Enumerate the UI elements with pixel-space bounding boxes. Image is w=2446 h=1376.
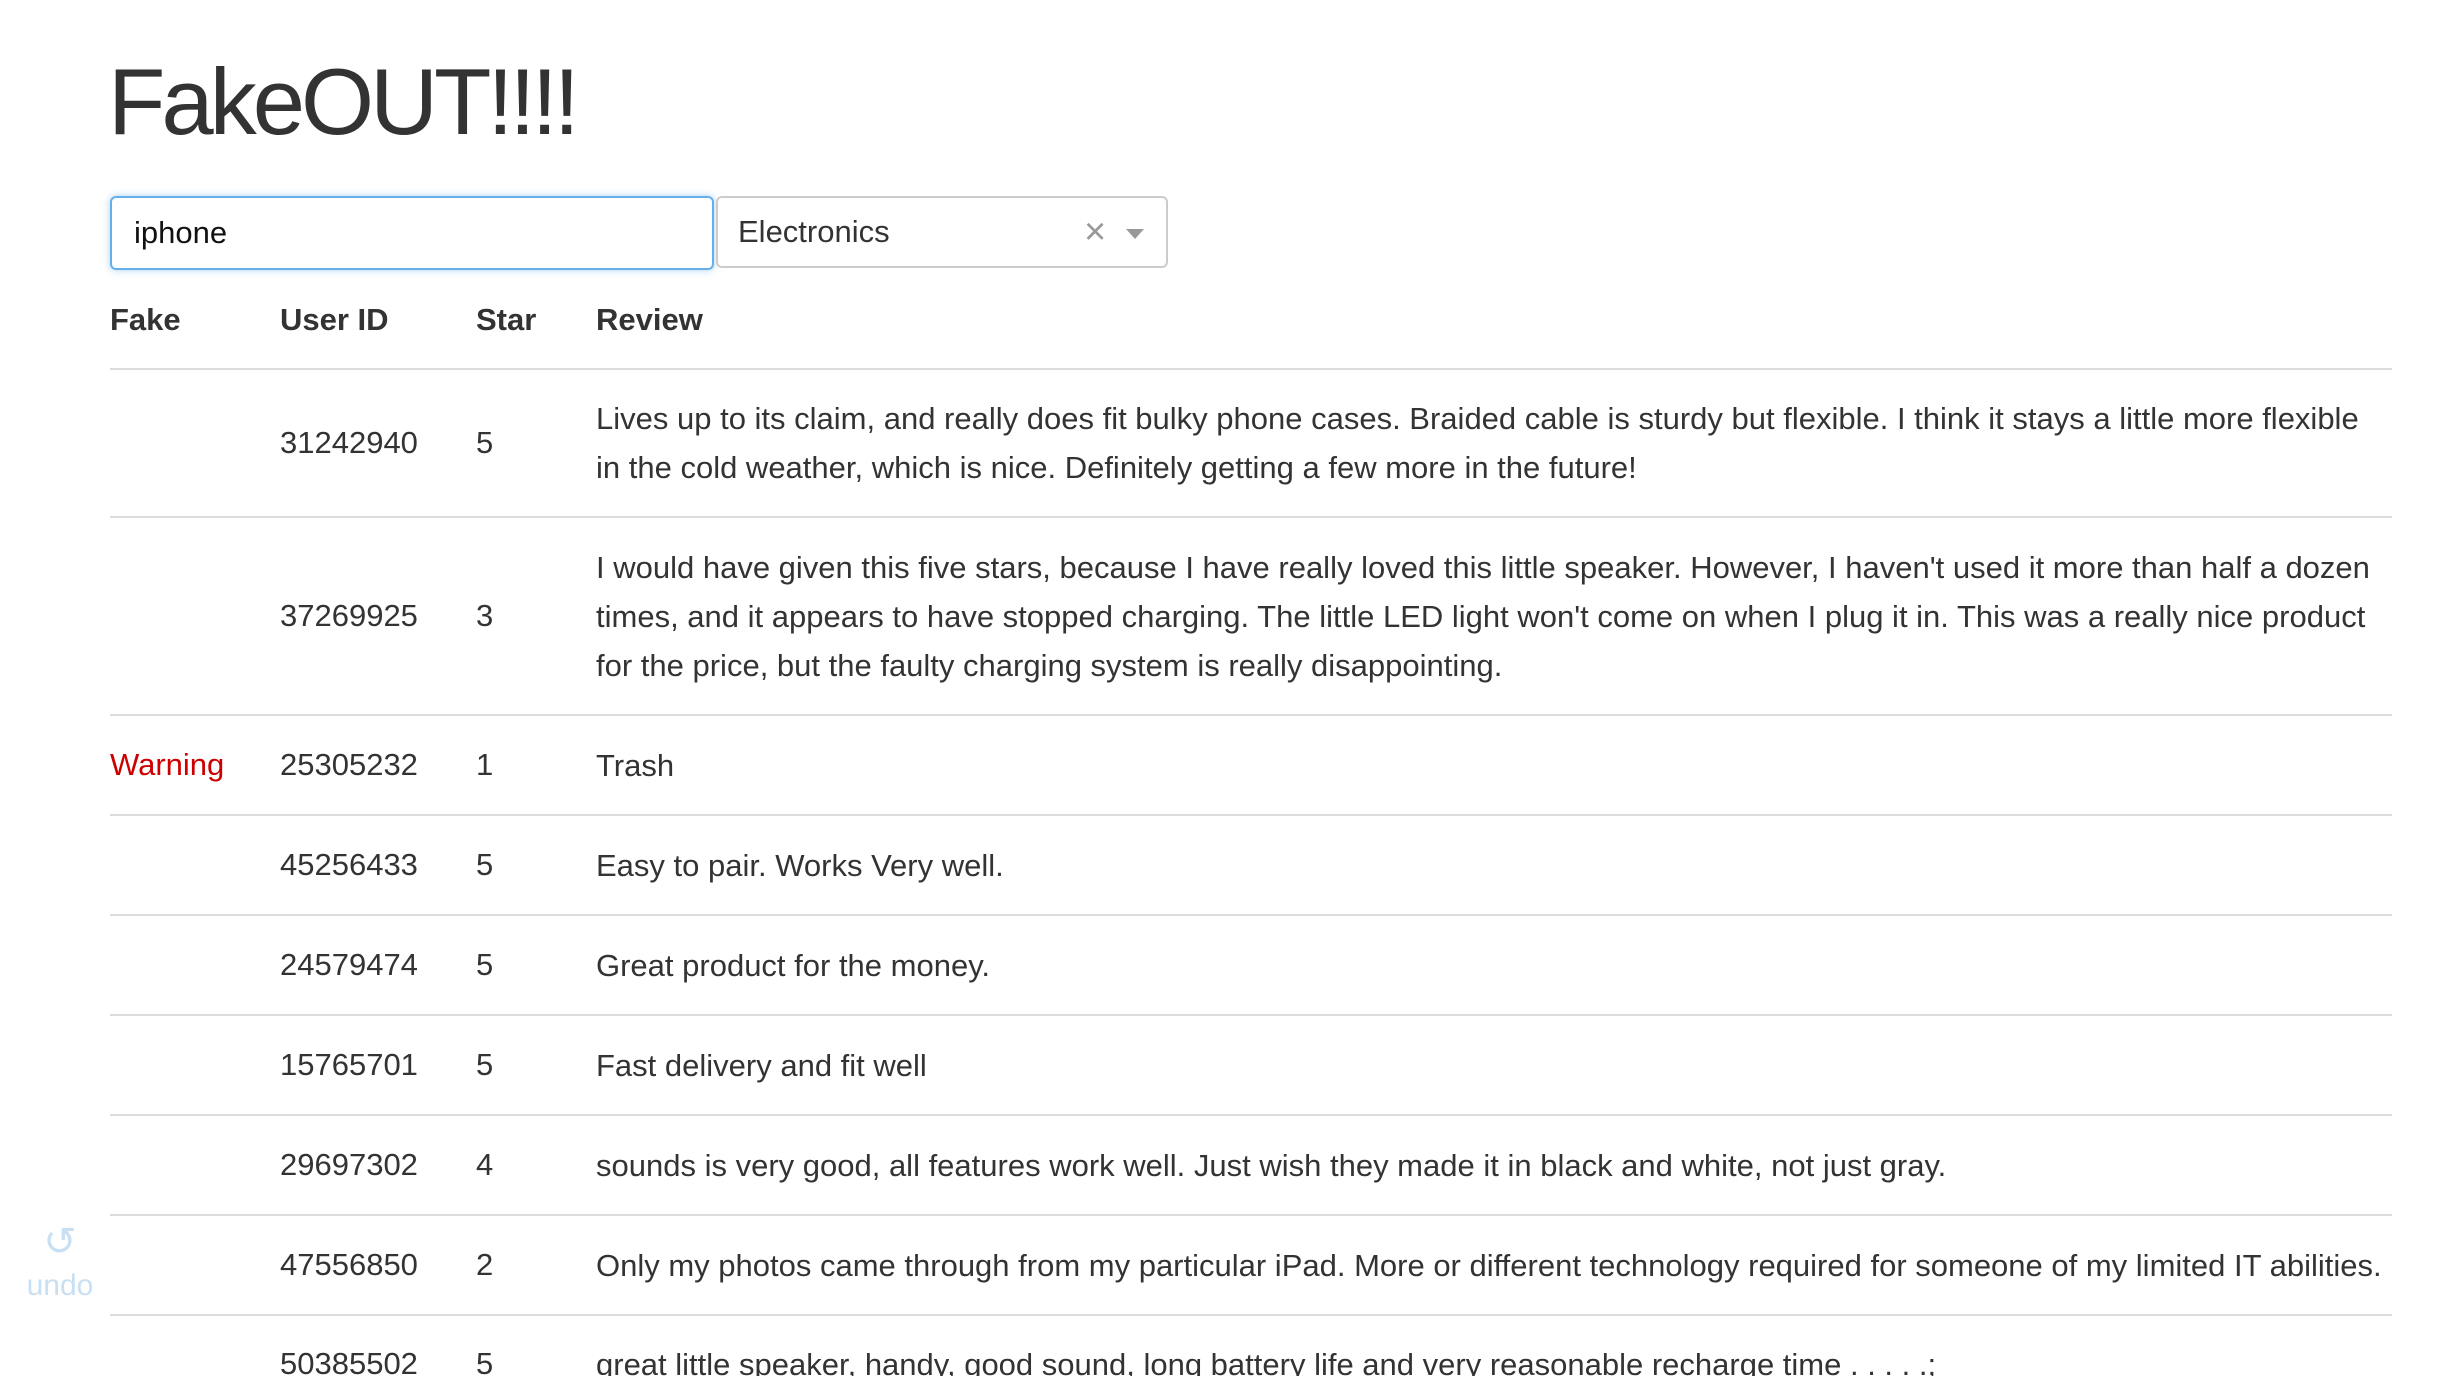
column-header-review[interactable]: Review bbox=[596, 288, 703, 352]
user-id-cell: 31242940 bbox=[280, 425, 418, 460]
star-cell: 4 bbox=[476, 1147, 494, 1182]
star-cell: 5 bbox=[476, 947, 494, 982]
reviews-table: Fake User ID Star Review 31242940 5 Live… bbox=[110, 288, 2392, 1376]
undo-button[interactable]: ↺ undo bbox=[24, 1218, 96, 1306]
category-select-value: Electronics bbox=[738, 214, 890, 249]
review-cell: I would have given this five stars, beca… bbox=[596, 549, 2370, 683]
user-id-cell: 37269925 bbox=[280, 598, 418, 633]
user-id-cell: 45256433 bbox=[280, 847, 418, 882]
table-header: Fake User ID Star Review bbox=[110, 288, 2392, 370]
column-header-star[interactable]: Star bbox=[476, 288, 536, 352]
star-cell: 3 bbox=[476, 598, 494, 633]
column-header-user-id[interactable]: User ID bbox=[280, 288, 389, 352]
star-cell: 1 bbox=[476, 747, 494, 782]
review-cell: Easy to pair. Works Very well. bbox=[596, 847, 1004, 883]
category-select[interactable]: Electronics × bbox=[716, 196, 1168, 268]
chevron-down-icon[interactable] bbox=[1126, 229, 1144, 239]
page: FakeOUT!!!! Electronics × Fake User ID S… bbox=[0, 0, 2446, 1376]
column-header-fake[interactable]: Fake bbox=[110, 288, 181, 352]
user-id-cell: 47556850 bbox=[280, 1247, 418, 1282]
star-cell: 2 bbox=[476, 1247, 494, 1282]
star-cell: 5 bbox=[476, 425, 494, 460]
table-row[interactable]: 47556850 2 Only my photos came through f… bbox=[110, 1216, 2392, 1316]
user-id-cell: 15765701 bbox=[280, 1047, 418, 1082]
review-cell: great little speaker, handy, good sound,… bbox=[596, 1346, 1937, 1376]
table-row[interactable]: 24579474 5 Great product for the money. bbox=[110, 916, 2392, 1016]
review-cell: Fast delivery and fit well bbox=[596, 1047, 927, 1083]
table-row[interactable]: 15765701 5 Fast delivery and fit well bbox=[110, 1016, 2392, 1116]
page-title: FakeOUT!!!! bbox=[108, 49, 580, 154]
user-id-cell: 25305232 bbox=[280, 747, 418, 782]
user-id-cell: 29697302 bbox=[280, 1147, 418, 1182]
table-row[interactable]: Warning 25305232 1 Trash bbox=[110, 716, 2392, 816]
table-row[interactable]: 45256433 5 Easy to pair. Works Very well… bbox=[110, 816, 2392, 916]
table-row[interactable]: 50385502 5 great little speaker, handy, … bbox=[110, 1316, 2392, 1376]
fake-flag: Warning bbox=[110, 747, 225, 782]
table-row[interactable]: 37269925 3 I would have given this five … bbox=[110, 518, 2392, 716]
review-cell: Only my photos came through from my part… bbox=[596, 1247, 2382, 1283]
star-cell: 5 bbox=[476, 1047, 494, 1082]
user-id-cell: 24579474 bbox=[280, 947, 418, 982]
undo-label: undo bbox=[26, 1269, 94, 1302]
star-cell: 5 bbox=[476, 1346, 494, 1376]
undo-icon: ↺ bbox=[43, 1220, 77, 1264]
review-cell: Great product for the money. bbox=[596, 947, 991, 983]
table-row[interactable]: 29697302 4 sounds is very good, all feat… bbox=[110, 1116, 2392, 1216]
review-cell: Lives up to its claim, and really does f… bbox=[596, 401, 2359, 485]
review-cell: Trash bbox=[596, 747, 675, 783]
clear-icon[interactable]: × bbox=[1084, 198, 1106, 266]
user-id-cell: 50385502 bbox=[280, 1346, 418, 1376]
table-row[interactable]: 31242940 5 Lives up to its claim, and re… bbox=[110, 370, 2392, 518]
star-cell: 5 bbox=[476, 847, 494, 882]
review-cell: sounds is very good, all features work w… bbox=[596, 1147, 1947, 1183]
search-input[interactable] bbox=[110, 196, 714, 270]
